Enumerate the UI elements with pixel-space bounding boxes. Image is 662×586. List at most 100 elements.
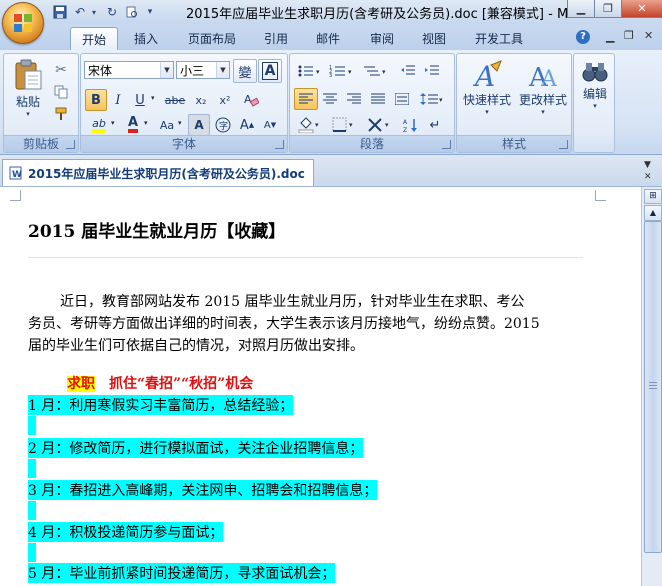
- minimize-button[interactable]: ▁: [567, 0, 595, 18]
- ribbon-close-icon[interactable]: ✕: [644, 29, 653, 42]
- tab-page-layout[interactable]: 页面布局: [178, 27, 246, 50]
- scrollbar-thumb[interactable]: [644, 221, 662, 553]
- font-size-combo[interactable]: 小三 ▼: [176, 61, 230, 79]
- phonetic-guide-button[interactable]: 變: [233, 59, 257, 83]
- change-case-button[interactable]: Aa: [153, 114, 181, 136]
- tab-list-dropdown-icon[interactable]: ▼: [644, 160, 651, 170]
- tab-insert[interactable]: 插入: [124, 27, 168, 50]
- strikethrough-button[interactable]: abe: [161, 89, 189, 111]
- align-left-button[interactable]: [294, 88, 318, 110]
- paragraph-group-label: 段落: [290, 135, 454, 152]
- ruler-toggle-icon[interactable]: ⊞: [644, 189, 662, 204]
- clipboard-launcher-icon[interactable]: [66, 140, 75, 149]
- borders-icon: ▾: [332, 117, 353, 132]
- chinese-layout-icon: ▾: [368, 118, 389, 132]
- repeat-icon[interactable]: ↻: [104, 4, 120, 20]
- tab-review[interactable]: 审阅: [360, 27, 404, 50]
- font-launcher-icon[interactable]: [275, 140, 284, 149]
- tab-close-icon[interactable]: ✕: [644, 172, 652, 182]
- font-name-value: 宋体: [88, 64, 113, 78]
- empty-highlighted-line: [28, 416, 36, 435]
- close-button[interactable]: ✕: [621, 0, 662, 18]
- highlight-button[interactable]: ab: [85, 114, 113, 136]
- heading-divider: [28, 257, 583, 258]
- paste-icon: [15, 59, 42, 90]
- month-item: 1 月：利用寒假实习丰富简历，总结经验；: [28, 395, 294, 415]
- show-marks-button[interactable]: ↵: [424, 114, 446, 136]
- chinese-layout-button[interactable]: ▾: [364, 114, 396, 136]
- align-center-button[interactable]: [318, 88, 342, 110]
- tab-home[interactable]: 开始: [70, 27, 118, 51]
- distributed-button[interactable]: [390, 88, 414, 110]
- tab-view[interactable]: 视图: [412, 27, 456, 50]
- font-name-combo[interactable]: 宋体 ▼: [84, 61, 174, 79]
- office-button[interactable]: [2, 2, 44, 44]
- decrease-indent-button[interactable]: [396, 60, 420, 82]
- document-area[interactable]: 2015 届毕业生就业月历【收藏】 近日，教育部网站发布 2015 届毕业生就业…: [0, 187, 641, 586]
- align-right-button[interactable]: [342, 88, 366, 110]
- underline-button[interactable]: U: [129, 89, 151, 111]
- change-styles-button[interactable]: AA 更改样式 ▾: [515, 58, 571, 130]
- increase-indent-button[interactable]: [420, 60, 444, 82]
- justify-button[interactable]: [366, 88, 390, 110]
- italic-button[interactable]: I: [107, 89, 129, 111]
- section-tag: 求职: [67, 376, 95, 392]
- quick-styles-dropdown-icon: ▾: [485, 108, 489, 116]
- empty-highlighted-line: [28, 501, 36, 520]
- paragraph-launcher-icon[interactable]: [442, 140, 451, 149]
- distributed-icon: [395, 93, 409, 105]
- editing-button[interactable]: 编辑 ▾: [576, 58, 614, 130]
- tab-developer[interactable]: 开发工具: [466, 27, 532, 50]
- numbering-button[interactable]: 1 2 3 ▾: [326, 60, 358, 82]
- help-icon[interactable]: ?: [576, 30, 590, 44]
- borders-button[interactable]: ▾: [328, 114, 360, 136]
- svg-text:字: 字: [219, 120, 228, 132]
- tab-references[interactable]: 引用: [256, 27, 296, 50]
- month-item: 5 月：毕业前抓紧时间投递简历，寻求面试机会；: [28, 563, 336, 583]
- character-shading-button[interactable]: A: [188, 114, 210, 136]
- bold-button[interactable]: B: [85, 89, 107, 111]
- change-styles-icon: AA: [528, 63, 558, 91]
- customize-qat-icon[interactable]: ▾: [142, 4, 158, 20]
- sort-button[interactable]: AZ: [400, 114, 422, 136]
- font-color-dropdown-icon[interactable]: ▾: [144, 119, 148, 127]
- change-case-dropdown-icon[interactable]: ▾: [178, 119, 182, 127]
- format-painter-button[interactable]: [50, 104, 72, 124]
- numbering-icon: 123 ▾: [329, 65, 352, 78]
- print-preview-icon[interactable]: [124, 4, 140, 20]
- bullets-button[interactable]: ▾: [294, 60, 326, 82]
- save-icon[interactable]: [52, 4, 68, 20]
- styles-launcher-icon[interactable]: [559, 140, 568, 149]
- restore-button[interactable]: ❐: [594, 0, 622, 18]
- copy-button[interactable]: [50, 82, 72, 102]
- chevron-down-icon[interactable]: ▼: [160, 62, 173, 78]
- undo-dropdown-icon[interactable]: ▾: [86, 4, 102, 20]
- multilevel-list-button[interactable]: ▾: [360, 60, 392, 82]
- shrink-font-button[interactable]: A ▼: [259, 114, 281, 136]
- paste-button[interactable]: 粘贴 ▾: [8, 58, 48, 122]
- clipboard-group: 粘贴 ▾ ✂ 剪贴板: [3, 53, 79, 153]
- grow-font-button[interactable]: A ▲: [236, 114, 258, 136]
- document-tab[interactable]: W 2015年应届毕业生求职月历(含考研及公务员).doc: [2, 159, 314, 186]
- line-spacing-button[interactable]: ▾: [416, 88, 448, 110]
- ribbon-restore-icon[interactable]: ❐: [624, 29, 634, 42]
- superscript-button[interactable]: x²: [213, 89, 237, 111]
- highlighter-icon: ab: [92, 118, 106, 133]
- chevron-down-icon[interactable]: ▼: [216, 62, 229, 78]
- paste-dropdown-icon: ▾: [26, 110, 30, 118]
- highlight-dropdown-icon[interactable]: ▾: [111, 119, 115, 127]
- subscript-button[interactable]: x₂: [189, 89, 213, 111]
- enclose-characters-button[interactable]: 字: [212, 114, 234, 136]
- clear-formatting-button[interactable]: A: [239, 89, 263, 111]
- intro-line: 近日，教育部网站发布 2015 届毕业生就业月历，针对毕业生在求职、考公: [60, 294, 525, 310]
- ribbon-minimize-icon[interactable]: ▁: [606, 30, 614, 43]
- vertical-scrollbar[interactable]: ⊞ ▲: [641, 187, 662, 586]
- character-border-button[interactable]: A: [258, 59, 282, 83]
- quick-styles-button[interactable]: A 快速样式 ▾: [459, 58, 515, 130]
- tab-mailings[interactable]: 邮件: [308, 27, 348, 50]
- font-color-button[interactable]: A: [121, 114, 145, 136]
- scroll-up-icon[interactable]: ▲: [644, 205, 662, 221]
- underline-dropdown-icon[interactable]: ▾: [151, 94, 155, 102]
- shading-button[interactable]: ▾: [294, 114, 326, 136]
- cut-button[interactable]: ✂: [50, 60, 72, 80]
